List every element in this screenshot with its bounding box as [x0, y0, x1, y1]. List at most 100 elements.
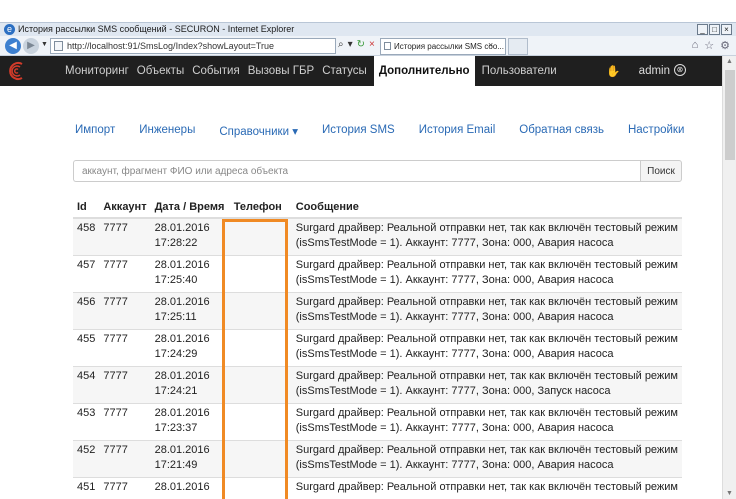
subnav-sms-history[interactable]: История SMS [322, 124, 395, 138]
cell-datetime: 28.01.2016 17:25:11 [150, 291, 230, 329]
subnav-engineers[interactable]: Инженеры [139, 124, 195, 138]
message-line-1: Surgard драйвер: Реальной отправки нет, … [295, 369, 678, 382]
history-dropdown-icon[interactable]: ▼ [41, 41, 48, 48]
logout-icon[interactable]: ⊗ [674, 64, 686, 76]
cell-date: 28.01.2016 [154, 295, 210, 308]
cell-date: 28.01.2016 [154, 332, 210, 345]
cell-message: Surgard драйвер: Реальной отправки нет, … [291, 439, 682, 477]
cell-date: 28.01.2016 [154, 258, 210, 271]
message-line-2: (isSmsTestMode = 1). Аккаунт: 7777, Зона… [295, 347, 614, 360]
cell-time: 17:21:49 [154, 458, 198, 471]
table-header-row: Id Аккаунт Дата / Время Телефон Сообщени… [73, 197, 682, 219]
cell-date: 28.01.2016 [154, 369, 210, 382]
col-phone[interactable]: Телефон [229, 197, 292, 219]
browser-tools: ⌂ ☆ ⚙ [692, 39, 730, 52]
settings-gear-icon[interactable]: ⚙ [720, 39, 730, 52]
message-line-1: Surgard драйвер: Реальной отправки нет, … [295, 443, 678, 456]
search-input[interactable] [73, 160, 641, 182]
window-controls: _ □ × [697, 24, 732, 35]
col-id[interactable]: Id [73, 197, 100, 219]
cell-datetime: 28.01.2016 17:21:49 [150, 439, 230, 477]
nav-user-area: ✋ admin [606, 56, 670, 86]
message-line-2: (isSmsTestMode = 1). Аккаунт: 7777, Зона… [295, 273, 614, 286]
col-account[interactable]: Аккаунт [99, 197, 151, 219]
subnav-email-history[interactable]: История Email [419, 124, 496, 138]
nav-gbr-calls[interactable]: Вызовы ГБР [244, 56, 319, 86]
cell-date: 28.01.2016 [154, 406, 210, 419]
cell-date: 28.01.2016 [154, 480, 210, 493]
tab-close-icon[interactable]: × [488, 40, 493, 50]
table-row[interactable]: 456 7777 28.01.2016 17:25:11 Surgard драйвер… [73, 291, 682, 329]
cell-datetime: 28.01.2016 17:24:21 [150, 365, 230, 403]
forward-button[interactable]: ▶ [23, 38, 39, 54]
cell-time: 17:28:22 [154, 237, 198, 249]
scroll-down-icon[interactable]: ▼ [726, 490, 733, 497]
home-icon[interactable]: ⌂ [692, 39, 699, 52]
nav-additional[interactable]: Дополнительно [373, 56, 475, 86]
sub-nav: Импорт Инженеры Справочники ▾ История SM… [75, 124, 684, 138]
back-button[interactable]: ◀ [5, 38, 21, 54]
cell-datetime: 28.01.2016 [150, 476, 230, 499]
message-line-2: (isSmsTestMode = 1). Аккаунт: 7777, Зона… [295, 237, 614, 249]
table-row[interactable]: 452 7777 28.01.2016 17:21:49 Surgard драйвер… [73, 439, 682, 477]
nav-objects[interactable]: Объекты [133, 56, 188, 86]
cell-phone [229, 254, 292, 292]
browser-title-bar: e История рассылки SMS сообщений - SECUR… [0, 22, 736, 36]
table-row[interactable]: 455 7777 28.01.2016 17:24:29 Surgard драйвер… [73, 328, 682, 366]
scrollbar-thumb[interactable] [725, 70, 735, 160]
subnav-settings[interactable]: Настройки [628, 124, 684, 138]
nav-events[interactable]: События [188, 56, 243, 86]
nav-statuses[interactable]: Статусы [318, 56, 371, 86]
table-row[interactable]: 451 7777 28.01.2016 Surgard драйвер: Реальн… [73, 476, 682, 499]
message-line-2: (isSmsTestMode = 1). Аккаунт: 7777, Зона… [295, 421, 614, 434]
table-row[interactable]: 454 7777 28.01.2016 17:24:21 Surgard драйвер… [73, 365, 682, 403]
search-icon[interactable]: ⌕ [338, 39, 344, 50]
dropdown-icon[interactable]: ▾ [348, 39, 353, 50]
scroll-up-icon[interactable]: ▲ [726, 58, 733, 65]
cell-account: 7777 [99, 476, 151, 499]
vertical-scrollbar[interactable]: ▲ ▼ [722, 56, 736, 499]
stop-icon[interactable]: × [369, 39, 375, 50]
cell-phone [229, 328, 292, 366]
table-row[interactable]: 458 7777 28.01.2016 17:28:22 Surgard драйвер… [73, 217, 682, 255]
favorites-star-icon[interactable]: ☆ [704, 39, 714, 52]
maximize-button[interactable]: □ [709, 24, 720, 35]
sms-log-table: Id Аккаунт Дата / Время Телефон Сообщени… [73, 197, 682, 499]
cell-phone [229, 476, 292, 499]
tab-page-icon [384, 42, 391, 50]
col-datetime[interactable]: Дата / Время [150, 197, 230, 219]
message-line-2: (isSmsTestMode = 1). Аккаунт: 7777, Зона… [295, 310, 614, 323]
cell-time: 17:24:21 [154, 384, 198, 397]
subnav-directories[interactable]: Справочники ▾ [219, 124, 298, 138]
close-window-button[interactable]: × [721, 24, 732, 35]
subnav-import[interactable]: Импорт [75, 124, 115, 138]
refresh-icon[interactable]: ↻ [357, 39, 365, 50]
cell-id: 457 [73, 254, 100, 292]
table-row[interactable]: 457 7777 28.01.2016 17:25:40 Surgard драйвер… [73, 254, 682, 292]
cell-phone [229, 291, 292, 329]
cell-id: 455 [73, 328, 100, 366]
table-row[interactable]: 453 7777 28.01.2016 17:23:37 Surgard драйвер… [73, 402, 682, 440]
minimize-button[interactable]: _ [697, 24, 708, 35]
nav-users[interactable]: Пользователи [478, 56, 561, 86]
col-message[interactable]: Сообщение [291, 197, 682, 219]
new-tab-button[interactable] [508, 38, 528, 55]
securon-logo [9, 62, 23, 80]
username[interactable]: admin [639, 65, 670, 77]
cell-datetime: 28.01.2016 17:24:29 [150, 328, 230, 366]
message-line-1: Surgard драйвер: Реальной отправки нет, … [295, 406, 678, 419]
hand-icon[interactable]: ✋ [606, 64, 620, 78]
message-line-1: Surgard драйвер: Реальной отправки нет, … [295, 222, 678, 234]
subnav-feedback[interactable]: Обратная связь [519, 124, 604, 138]
cell-account: 7777 [99, 439, 151, 477]
cell-phone [229, 439, 292, 477]
message-line-1: Surgard драйвер: Реальной отправки нет, … [295, 295, 678, 308]
cell-message: Surgard драйвер: Реальной отправки нет, … [291, 365, 682, 403]
message-line-1: Surgard драйвер: Реальной отправки нет, … [295, 258, 678, 271]
cell-time: 17:24:29 [154, 347, 198, 360]
cell-datetime: 28.01.2016 17:28:22 [150, 217, 230, 255]
cell-time: 17:23:37 [154, 421, 198, 434]
search-button[interactable]: Поиск [640, 160, 682, 182]
nav-monitoring[interactable]: Мониторинг [61, 56, 133, 86]
address-input[interactable]: http://localhost:91/SmsLog/Index?showLay… [50, 38, 336, 54]
